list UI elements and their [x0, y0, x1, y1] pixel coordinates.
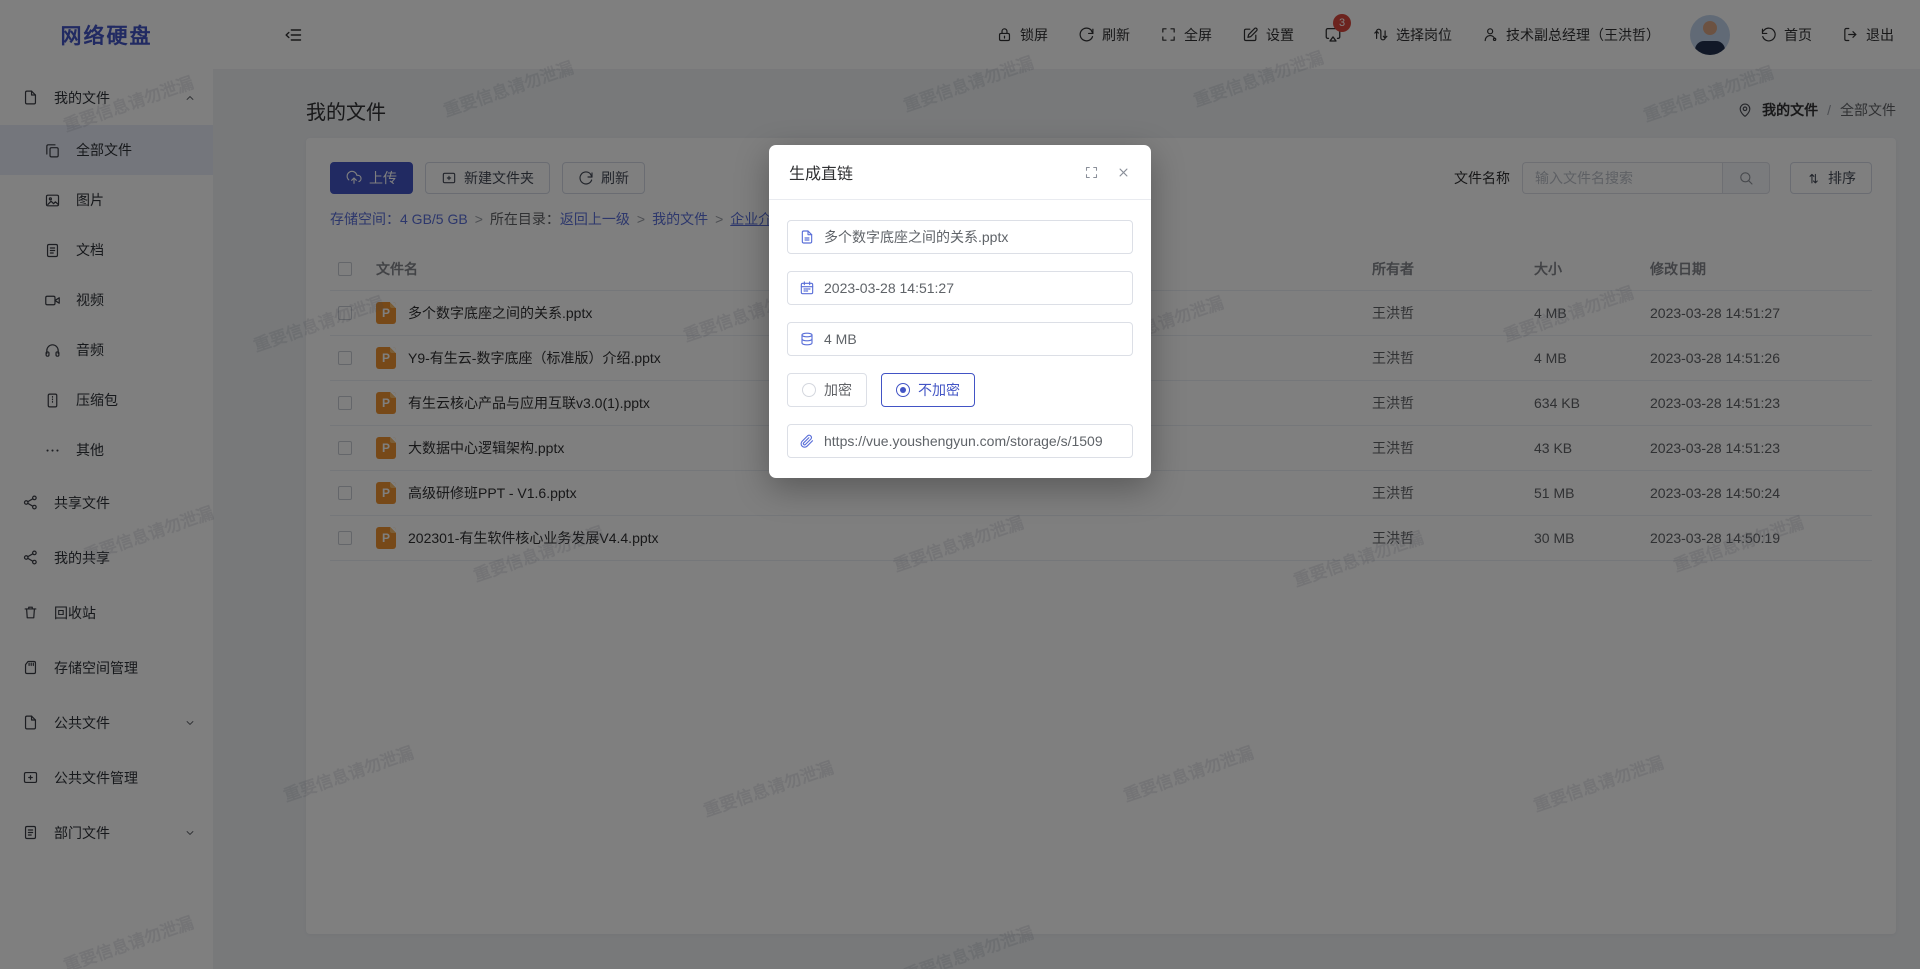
dialog-title: 生成直链 [789, 160, 853, 184]
dialog-body: 多个数字底座之间的关系.pptx 2023-03-28 14:51:27 4 M… [769, 200, 1151, 478]
direct-link-url[interactable]: https://vue.youshengyun.com/storage/s/15… [824, 433, 1103, 449]
no-encrypt-radio-label: 不加密 [918, 380, 960, 400]
dialog-header: 生成直链 [769, 145, 1151, 200]
dialog-maximize-button[interactable] [1084, 165, 1099, 180]
link-file-name: 多个数字底座之间的关系.pptx [824, 227, 1008, 247]
generate-link-dialog: 生成直链 多个数字底座之间的关系.pptx 2023-03-28 14:51:2… [769, 145, 1151, 478]
file-text-icon [799, 229, 815, 245]
link-modified-time-field: 2023-03-28 14:51:27 [787, 271, 1133, 305]
direct-link-field[interactable]: https://vue.youshengyun.com/storage/s/15… [787, 424, 1133, 458]
paperclip-icon [799, 433, 815, 449]
calendar-icon [799, 280, 815, 296]
link-file-size: 4 MB [824, 331, 857, 347]
link-file-size-field: 4 MB [787, 322, 1133, 356]
link-modified-time: 2023-03-28 14:51:27 [824, 280, 954, 296]
maximize-icon [1084, 165, 1099, 180]
close-icon [1116, 165, 1131, 180]
encrypt-radio-label: 加密 [824, 380, 852, 400]
radio-circle-icon [896, 383, 910, 397]
dialog-close-button[interactable] [1116, 165, 1131, 180]
database-icon [799, 331, 815, 347]
link-file-name-field: 多个数字底座之间的关系.pptx [787, 220, 1133, 254]
radio-circle-icon [802, 383, 816, 397]
encryption-options: 加密 不加密 [787, 373, 1133, 407]
no-encrypt-radio[interactable]: 不加密 [881, 373, 975, 407]
encrypt-radio[interactable]: 加密 [787, 373, 867, 407]
